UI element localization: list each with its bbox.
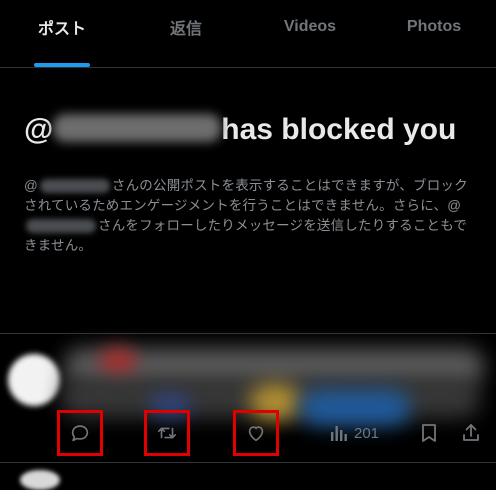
redacted-username-inline-2: [26, 219, 96, 234]
reply-button[interactable]: [57, 410, 103, 456]
blocked-description: @ さんの公開ポストを表示することはできますが、ブロックされているためエンゲージメ…: [24, 176, 472, 256]
next-post-avatar[interactable]: [20, 470, 60, 490]
active-tab-indicator: [34, 63, 90, 67]
blocked-title-at: @: [24, 113, 54, 146]
like-button[interactable]: [233, 410, 279, 456]
views-count: 201: [354, 424, 380, 442]
share-icon: [461, 423, 481, 443]
blocked-title: @ has blocked you: [24, 110, 476, 150]
heart-icon: [245, 422, 267, 444]
tab-videos[interactable]: Videos: [248, 0, 372, 67]
tab-videos-label: Videos: [283, 17, 337, 35]
tab-posts-label: ポスト: [37, 20, 86, 38]
views-button[interactable]: 201: [330, 410, 379, 456]
blocked-body-at: @: [24, 178, 38, 193]
reply-icon: [69, 422, 91, 444]
avatar[interactable]: [8, 354, 60, 406]
profile-tabs: ポスト 返信 Videos Photos: [0, 0, 496, 68]
tab-replies-label: 返信: [169, 20, 202, 38]
bookmark-icon: [420, 423, 438, 443]
tab-photos[interactable]: Photos: [372, 0, 496, 67]
redacted-username-inline: [39, 179, 110, 194]
views-bar-icon: [330, 424, 348, 442]
tab-posts[interactable]: ポスト: [0, 0, 124, 67]
share-button[interactable]: [458, 410, 484, 456]
blocked-title-text: has blocked you: [221, 113, 457, 146]
redacted-post-content: [100, 348, 136, 376]
blocked-notice: @ has blocked you @ さんの公開ポストを表示することはできますが、…: [24, 110, 476, 256]
bookmark-button[interactable]: [416, 410, 442, 456]
repost-icon: [156, 422, 178, 444]
redacted-username: [53, 114, 222, 143]
tab-replies[interactable]: 返信: [124, 0, 248, 67]
post-divider: [0, 462, 496, 463]
tab-photos-label: Photos: [406, 17, 462, 35]
repost-button[interactable]: [144, 410, 190, 456]
